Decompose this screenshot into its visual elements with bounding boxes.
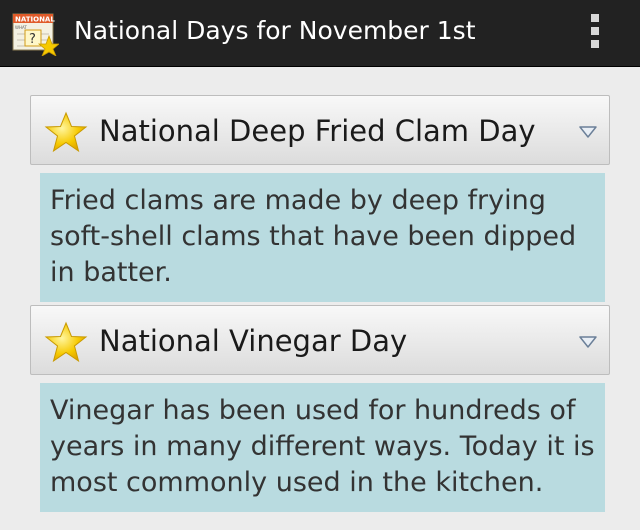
star-icon [44, 111, 88, 153]
star-icon [44, 321, 88, 363]
list-item-header[interactable]: National Deep Fried Clam Day [30, 95, 610, 165]
item-title: National Deep Fried Clam Day [99, 114, 536, 148]
item-description: Fried clams are made by deep frying soft… [40, 173, 605, 302]
national-days-calendar-icon[interactable]: NATIONAL WHAT ? [11, 12, 61, 57]
chevron-down-icon[interactable] [579, 124, 597, 138]
overflow-menu-icon[interactable] [590, 14, 600, 54]
list-item-header[interactable]: National Vinegar Day [30, 305, 610, 375]
item-title: National Vinegar Day [99, 324, 408, 358]
item-description: Vinegar has been used for hundreds of ye… [40, 383, 605, 512]
app-icon-text-center: ? [29, 32, 36, 47]
action-bar: NATIONAL WHAT ? National Days for Novemb… [0, 0, 640, 67]
app-title: National Days for November 1st [74, 16, 476, 45]
app-icon-text-side: WHAT [15, 25, 27, 30]
chevron-down-icon[interactable] [579, 334, 597, 348]
national-days-list: National Deep Fried Clam Day Fried clams… [30, 95, 610, 512]
app-icon-text-top: NATIONAL [15, 16, 55, 24]
